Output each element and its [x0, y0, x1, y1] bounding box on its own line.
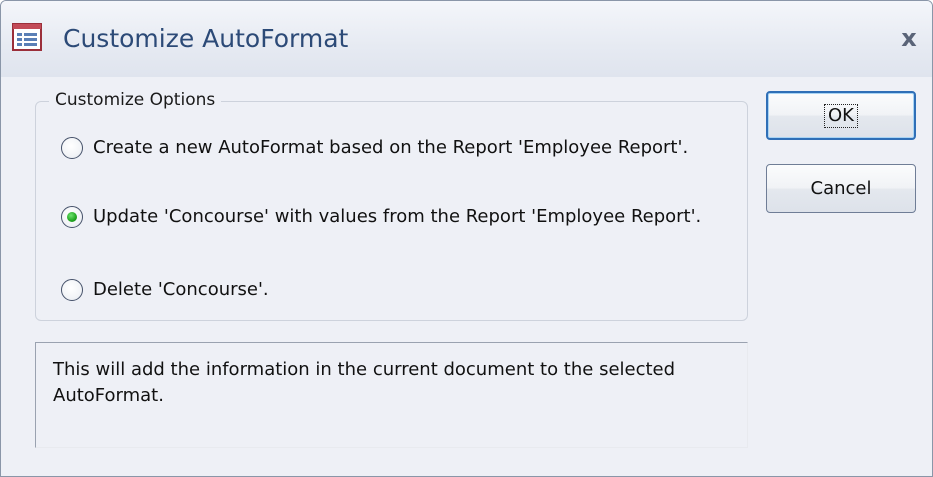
dialog-title: Customize AutoFormat — [63, 24, 349, 53]
title-bar[interactable]: Customize AutoFormat x — [1, 1, 932, 77]
ok-button[interactable]: OK — [766, 91, 916, 140]
radio-update-existing[interactable] — [61, 206, 83, 228]
option-update-existing[interactable]: Update 'Concourse' with values from the … — [61, 205, 701, 261]
description-text: This will add the information in the cur… — [53, 359, 676, 406]
cancel-button[interactable]: Cancel — [766, 164, 916, 213]
cancel-button-label: Cancel — [810, 178, 872, 199]
description-box: This will add the information in the cur… — [35, 342, 748, 448]
form-icon — [12, 22, 42, 52]
close-icon[interactable]: x — [896, 25, 922, 51]
group-legend: Customize Options — [49, 87, 222, 113]
option-create-new-label[interactable]: Create a new AutoFormat based on the Rep… — [93, 136, 703, 160]
option-update-existing-label[interactable]: Update 'Concourse' with values from the … — [93, 205, 703, 229]
option-delete-label[interactable]: Delete 'Concourse'. — [93, 278, 703, 302]
radio-delete[interactable] — [61, 279, 83, 301]
option-delete[interactable]: Delete 'Concourse'. — [61, 278, 701, 306]
option-create-new[interactable]: Create a new AutoFormat based on the Rep… — [61, 136, 701, 192]
ok-button-label: OK — [824, 103, 858, 128]
customize-autoformat-dialog: Customize AutoFormat x Customize Options… — [0, 0, 933, 477]
radio-create-new[interactable] — [61, 137, 83, 159]
